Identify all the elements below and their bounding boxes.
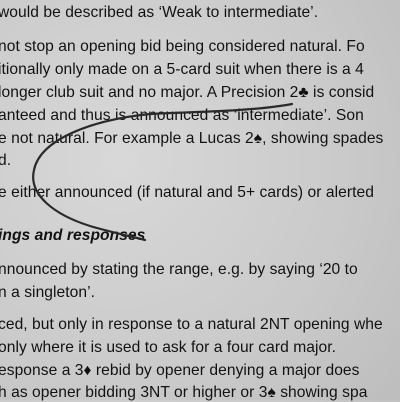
text-line-10: n a singleton’. <box>0 284 95 301</box>
text-line-2: not stop an opening bid being considered… <box>0 38 365 55</box>
text-line-4: longer club suit and no major. A Precisi… <box>0 84 375 101</box>
text-line-9: nnounced by stating the range, e.g. by s… <box>0 261 358 278</box>
section-heading: ings and responses <box>0 227 146 244</box>
text-line-12: only where it is used to ask for a four … <box>0 339 336 356</box>
text-line-6: e not natural. For example a Lucas 2♠, s… <box>0 130 384 147</box>
text-line-5: anteed and thus is announced as ‘interme… <box>0 107 364 124</box>
text-line-11: ced, but only in response to a natural 2… <box>0 316 383 333</box>
text-line-13: esponse a 3♦ rebid by opener denying a m… <box>0 362 360 379</box>
document-page: would be described as ‘Weak to intermedi… <box>0 0 400 401</box>
text-line-14: h as opener bidding 3NT or higher or 3♠ … <box>0 384 368 401</box>
text-line-8: e either announced (if natural and 5+ ca… <box>0 184 374 201</box>
text-line-1: would be described as ‘Weak to intermedi… <box>0 4 319 21</box>
text-line-3: itionally only made on a 5-card suit whe… <box>0 61 364 78</box>
text-line-7: d. <box>0 152 12 169</box>
